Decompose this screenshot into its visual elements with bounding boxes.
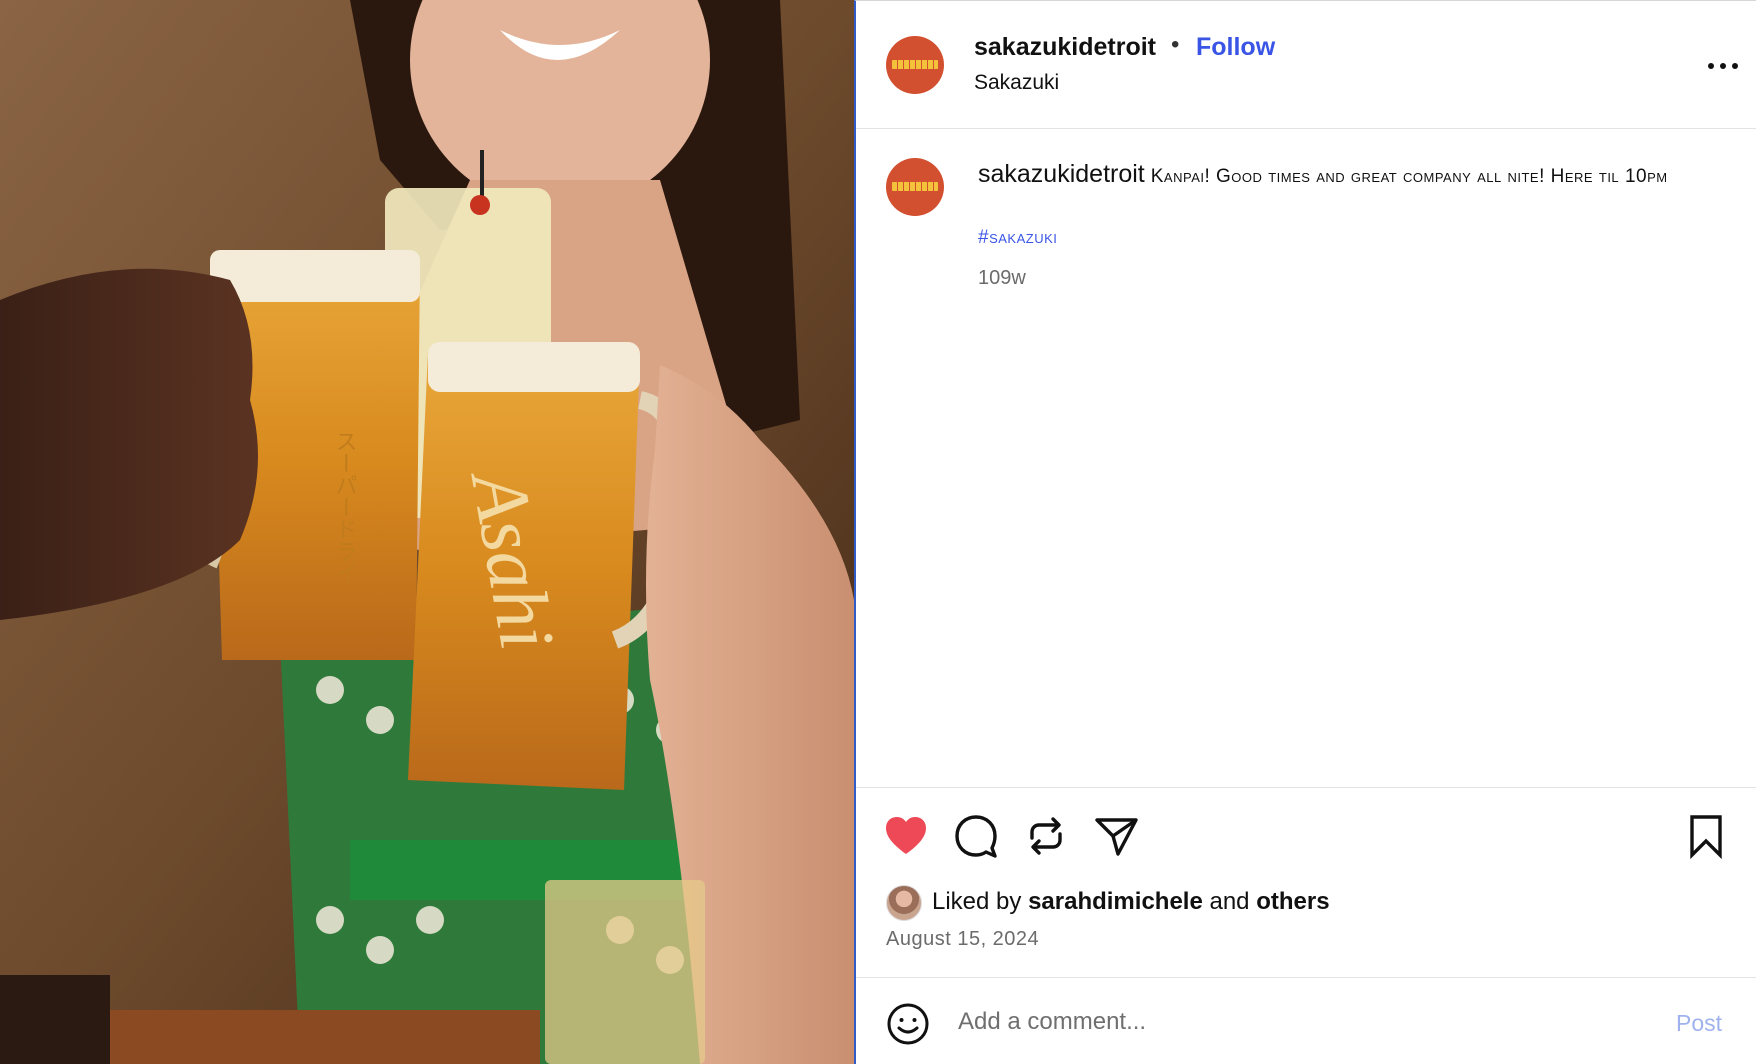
svg-text:スーパードライ: スーパードライ bbox=[333, 430, 358, 584]
more-options-icon[interactable] bbox=[1708, 49, 1742, 83]
liker-username[interactable]: sarahdimichele bbox=[1028, 888, 1203, 915]
hashtag-text[interactable]: #sakazuki bbox=[978, 227, 1057, 248]
author-username[interactable]: sakazukidetroit bbox=[974, 33, 1156, 62]
likes-summary: Liked by sarahdimichele and others bbox=[932, 888, 1330, 916]
comment-icon[interactable] bbox=[952, 812, 1000, 860]
repost-icon[interactable] bbox=[1022, 812, 1070, 860]
heart-filled-icon[interactable] bbox=[882, 812, 930, 860]
post-header: sakazukidetroit • Follow Sakazuki bbox=[856, 1, 1756, 129]
header-separator: • bbox=[1171, 31, 1180, 58]
liker-avatar[interactable] bbox=[886, 885, 922, 921]
caption-avatar[interactable] bbox=[886, 158, 944, 216]
post-detail-panel: sakazukidetroit • Follow Sakazuki sakazu… bbox=[854, 0, 1756, 1064]
post-actions: Liked by sarahdimichele and others Augus… bbox=[856, 787, 1756, 979]
caption-body: Kanpai! Good times and great company all… bbox=[1150, 166, 1668, 187]
bookmark-icon[interactable] bbox=[1682, 812, 1730, 860]
likes-prefix: Liked by bbox=[932, 888, 1029, 915]
location-label[interactable]: Sakazuki bbox=[974, 71, 1059, 95]
caption-time-ago[interactable]: 109w bbox=[978, 267, 1026, 290]
toast-photo-illustration: スーパードライ Asahi bbox=[0, 0, 854, 1064]
caption-username[interactable]: sakazukidetroit bbox=[978, 160, 1145, 188]
likes-middle: and bbox=[1202, 888, 1257, 915]
share-icon[interactable] bbox=[1092, 812, 1140, 860]
author-avatar[interactable] bbox=[886, 36, 944, 94]
post-photo: スーパードライ Asahi bbox=[0, 0, 854, 1064]
comment-input[interactable] bbox=[958, 1000, 1558, 1044]
likes-others-link[interactable]: others bbox=[1256, 888, 1329, 915]
emoji-icon[interactable] bbox=[886, 1002, 930, 1046]
caption-text: sakazukidetroit Kanpai! Good times and gr… bbox=[978, 157, 1698, 194]
sakazuki-logo bbox=[892, 60, 938, 69]
caption-hashtag[interactable]: #sakazuki bbox=[978, 227, 1057, 249]
post-date[interactable]: August 15, 2024 bbox=[886, 928, 1039, 951]
post-comment-button[interactable]: Post bbox=[1676, 1010, 1722, 1037]
comment-bar: Post bbox=[856, 977, 1756, 1064]
sakazuki-logo bbox=[892, 182, 938, 191]
follow-button[interactable]: Follow bbox=[1196, 33, 1275, 62]
